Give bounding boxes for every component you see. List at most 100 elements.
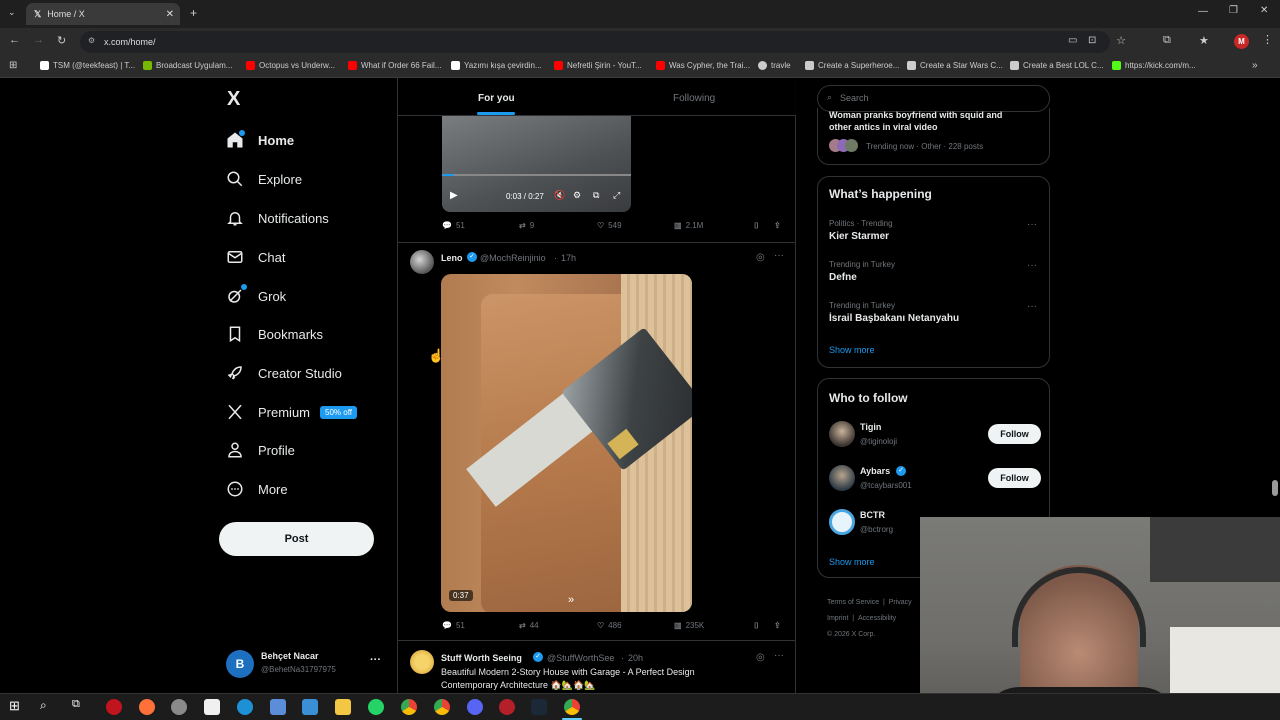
- firefox-icon[interactable]: [139, 699, 155, 715]
- tweet-author-handle[interactable]: @StuffWorthSee: [547, 653, 614, 663]
- avatar[interactable]: [410, 250, 434, 274]
- bookmark-1[interactable]: Broadcast Uygulam...: [143, 61, 232, 70]
- follow-button[interactable]: Follow: [988, 468, 1041, 488]
- repost-button[interactable]: ⇄ 44: [519, 621, 539, 630]
- grok-analyze-icon[interactable]: ◎: [756, 652, 765, 663]
- play-icon[interactable]: ▶: [450, 190, 458, 201]
- close-window-icon[interactable]: ✕: [1260, 5, 1268, 16]
- bookmark-4[interactable]: Yazımı kışa çevirdin...: [451, 61, 542, 70]
- bookmark-5[interactable]: Nefretli Şirin - YouT...: [554, 61, 642, 70]
- sidebar-item-creator-studio[interactable]: Creator Studio: [226, 361, 342, 385]
- tweet-more-icon[interactable]: ···: [774, 650, 784, 661]
- whatsapp-icon[interactable]: [368, 699, 384, 715]
- video-progress-track[interactable]: [442, 174, 631, 176]
- follow-button[interactable]: Follow: [988, 424, 1041, 444]
- bookmark-0[interactable]: TSM (@teekfeast) | T...: [40, 61, 135, 70]
- site-info-icon[interactable]: ⚙: [88, 36, 95, 45]
- follow-user-name[interactable]: BCTR: [860, 510, 885, 520]
- close-tab-icon[interactable]: ✕: [166, 9, 174, 20]
- minimize-icon[interactable]: —: [1198, 6, 1208, 17]
- sidebar-item-grok[interactable]: Grok: [226, 284, 286, 308]
- bookmark-9[interactable]: Create a Star Wars C...: [907, 61, 1003, 70]
- share-button[interactable]: ⇪: [774, 221, 781, 230]
- fullscreen-icon[interactable]: ⤢: [613, 190, 620, 201]
- bookmark-7[interactable]: travle: [758, 61, 791, 70]
- app-icon[interactable]: [499, 699, 515, 715]
- sidebar-item-explore[interactable]: Explore: [226, 167, 302, 191]
- trend-headline-line2[interactable]: other antics in viral video: [829, 122, 938, 132]
- accessibility-link[interactable]: Accessibility: [858, 615, 896, 622]
- app-icon[interactable]: [270, 699, 286, 715]
- maximize-icon[interactable]: ❐: [1229, 5, 1238, 16]
- video-player[interactable]: ▶ 0:03 / 0:27 🔇 ⚙ ⧉ ⤢: [442, 116, 631, 212]
- like-button[interactable]: ♡ 486: [597, 621, 622, 630]
- account-more-icon[interactable]: ···: [370, 654, 381, 666]
- tweet-time[interactable]: 17h: [561, 253, 576, 263]
- privacy-link[interactable]: Privacy: [889, 599, 912, 606]
- show-more-link[interactable]: Show more: [829, 345, 875, 355]
- cast-icon[interactable]: ▭: [1068, 35, 1077, 46]
- terms-link[interactable]: Terms of Service: [827, 599, 879, 606]
- sidebar-item-home[interactable]: Home: [226, 128, 294, 152]
- bookmark-6[interactable]: Was Cypher, the Trai...: [656, 61, 750, 70]
- share-button[interactable]: ⇪: [774, 621, 781, 630]
- imprint-link[interactable]: Imprint: [827, 615, 848, 622]
- trend-more-icon[interactable]: ···: [1027, 301, 1037, 312]
- app-icon[interactable]: [171, 699, 187, 715]
- trend-more-icon[interactable]: ···: [1027, 219, 1037, 230]
- windows-start-icon[interactable]: ⊞: [9, 698, 20, 714]
- repost-button[interactable]: ⇄ 9: [519, 221, 534, 230]
- sidebar-item-bookmarks[interactable]: Bookmarks: [226, 322, 323, 346]
- reply-button[interactable]: 💬 51: [442, 621, 465, 630]
- tab-search-icon[interactable]: ⌄: [8, 7, 16, 18]
- trend-item[interactable]: Politics · Trending Kier Starmer: [829, 219, 893, 242]
- bookmark-8[interactable]: Create a Superheroe...: [805, 61, 899, 70]
- avatar[interactable]: [829, 465, 855, 491]
- sidebar-item-profile[interactable]: Profile: [226, 438, 295, 462]
- more-bookmarks-icon[interactable]: »: [1252, 60, 1258, 71]
- tweet-author-name[interactable]: Stuff Worth Seeing: [441, 653, 522, 663]
- post-button[interactable]: Post: [219, 522, 374, 556]
- address-bar[interactable]: ⚙ x.com/home/ ⊡ ▭ ☆: [80, 31, 1126, 53]
- tab-for-you[interactable]: For you: [478, 93, 515, 104]
- chrome-icon[interactable]: [434, 699, 450, 715]
- chrome-icon[interactable]: [401, 699, 417, 715]
- tweet-author-handle[interactable]: @MochReinjinio: [480, 253, 546, 263]
- bookmark-10[interactable]: Create a Best LOL C...: [1010, 61, 1104, 70]
- file-explorer-icon[interactable]: [335, 699, 351, 715]
- browser-tab[interactable]: 𝕏 Home / X ✕: [26, 3, 180, 25]
- favorites-icon[interactable]: ★: [1199, 34, 1209, 47]
- follow-user-name[interactable]: Aybars: [860, 466, 890, 476]
- back-icon[interactable]: ←: [9, 34, 20, 46]
- chrome-active-icon[interactable]: [564, 699, 580, 715]
- apps-icon[interactable]: ⊞: [9, 60, 17, 71]
- trend-item[interactable]: Trending in Turkey İsrail Başbakanı Netan…: [829, 301, 959, 324]
- tweet-video[interactable]: 0:37 »: [441, 274, 692, 612]
- task-view-icon[interactable]: ⧉: [72, 698, 80, 711]
- bookmark-11[interactable]: https://kick.com/m...: [1112, 61, 1196, 70]
- profile-avatar[interactable]: M: [1234, 34, 1249, 49]
- discord-icon[interactable]: [467, 699, 483, 715]
- menu-icon[interactable]: ⋮: [1262, 33, 1273, 46]
- tweet-author-name[interactable]: Leno: [441, 253, 463, 263]
- page-scrollbar-thumb[interactable]: [1272, 480, 1278, 496]
- opera-icon[interactable]: [106, 699, 122, 715]
- avatar[interactable]: [829, 421, 855, 447]
- tweet-time[interactable]: 20h: [628, 653, 643, 663]
- sidebar-item-notifications[interactable]: Notifications: [226, 206, 329, 230]
- reload-icon[interactable]: ↻: [57, 34, 66, 47]
- trend-more-icon[interactable]: ···: [1027, 260, 1037, 271]
- tweet-more-icon[interactable]: ···: [774, 250, 784, 261]
- search-icon[interactable]: ⌕: [40, 698, 47, 713]
- bookmark-button[interactable]: ⌷: [754, 621, 759, 631]
- sidebar-item-more[interactable]: More: [226, 477, 288, 501]
- sidebar-item-chat[interactable]: Chat: [226, 245, 285, 269]
- steam-icon[interactable]: [531, 699, 547, 715]
- sidebar-item-premium[interactable]: Premium 50% off: [226, 400, 357, 424]
- trend-headline-line1[interactable]: Woman pranks boyfriend with squid and: [829, 110, 1002, 120]
- bookmark-3[interactable]: What if Order 66 Fail...: [348, 61, 441, 70]
- extensions-icon[interactable]: ⧉: [1163, 34, 1171, 47]
- forward-icon[interactable]: →: [33, 34, 44, 46]
- new-tab-icon[interactable]: +: [190, 6, 197, 20]
- views-button[interactable]: ▥ 2.1M: [674, 221, 703, 230]
